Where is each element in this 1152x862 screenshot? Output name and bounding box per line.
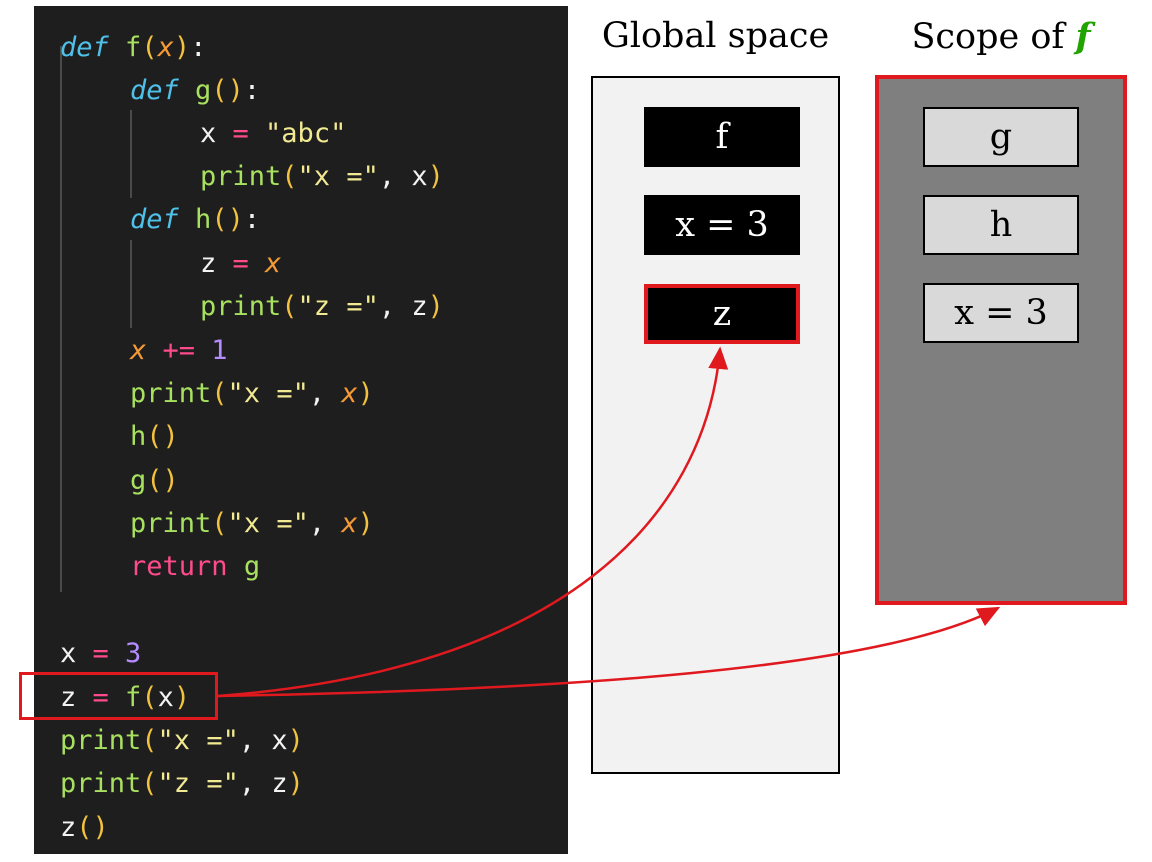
arrow-call-to-scope-f bbox=[217, 606, 1001, 698]
arrow-call-to-global-z bbox=[217, 346, 729, 698]
arrows-layer bbox=[217, 346, 1001, 698]
